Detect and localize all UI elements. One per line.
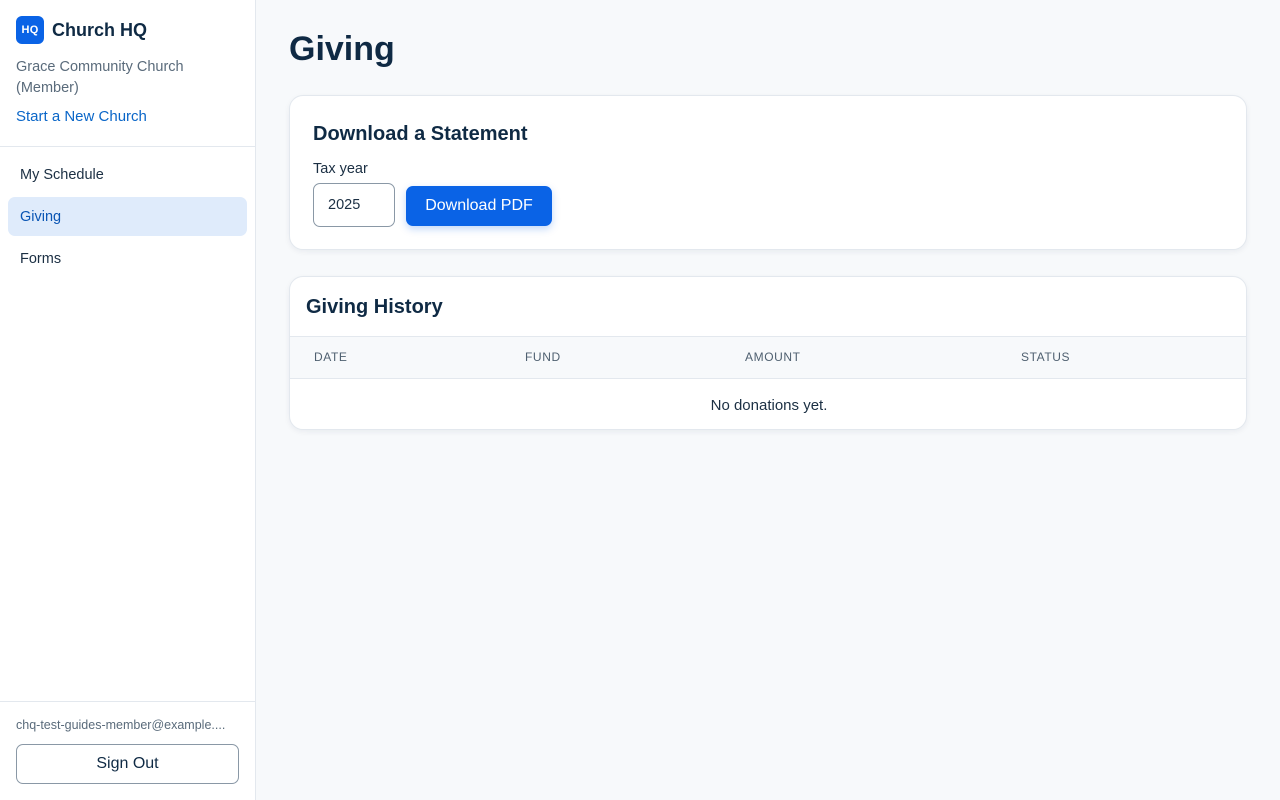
sidebar: HQ Church HQ Grace Community Church (Mem… [0, 0, 256, 800]
column-header-date[interactable]: Date [314, 337, 348, 378]
tax-year-input[interactable] [313, 183, 395, 227]
church-name: Grace Community Church (Member) [16, 59, 184, 96]
start-new-church-link[interactable]: Start a New Church [16, 108, 147, 125]
tax-year-label: Tax year [313, 161, 368, 177]
column-header-amount[interactable]: Amount [745, 337, 801, 378]
download-pdf-button[interactable]: Download PDF [406, 186, 552, 226]
statement-card-title: Download a Statement [313, 123, 528, 145]
giving-history-title: Giving History [306, 296, 443, 318]
sign-out-button[interactable]: Sign Out [16, 744, 239, 784]
app-name: Church HQ [52, 19, 148, 40]
empty-state-message: No donations yet. [710, 397, 828, 414]
column-header-fund[interactable]: Fund [525, 337, 561, 378]
statement-card: Download a Statement Tax year Download P… [289, 95, 1247, 250]
giving-history-card: Giving History Date Fund Amount Status N… [289, 276, 1247, 430]
brand[interactable]: HQ Church HQ [16, 16, 147, 44]
page-title: Giving [289, 30, 395, 68]
sidebar-item-forms[interactable]: Forms [8, 239, 247, 278]
sidebar-item-my-schedule[interactable]: My Schedule [8, 155, 247, 194]
app-logo: HQ [16, 16, 44, 44]
table-header: Date Fund Amount Status [290, 336, 1246, 379]
sidebar-footer-divider [0, 701, 255, 702]
sidebar-divider [0, 146, 255, 147]
sidebar-nav: My Schedule Giving Forms [8, 155, 247, 281]
sidebar-item-giving[interactable]: Giving [8, 197, 247, 236]
user-email: chq-test-guides-member@example.... [16, 718, 226, 732]
column-header-status[interactable]: Status [1021, 337, 1070, 378]
